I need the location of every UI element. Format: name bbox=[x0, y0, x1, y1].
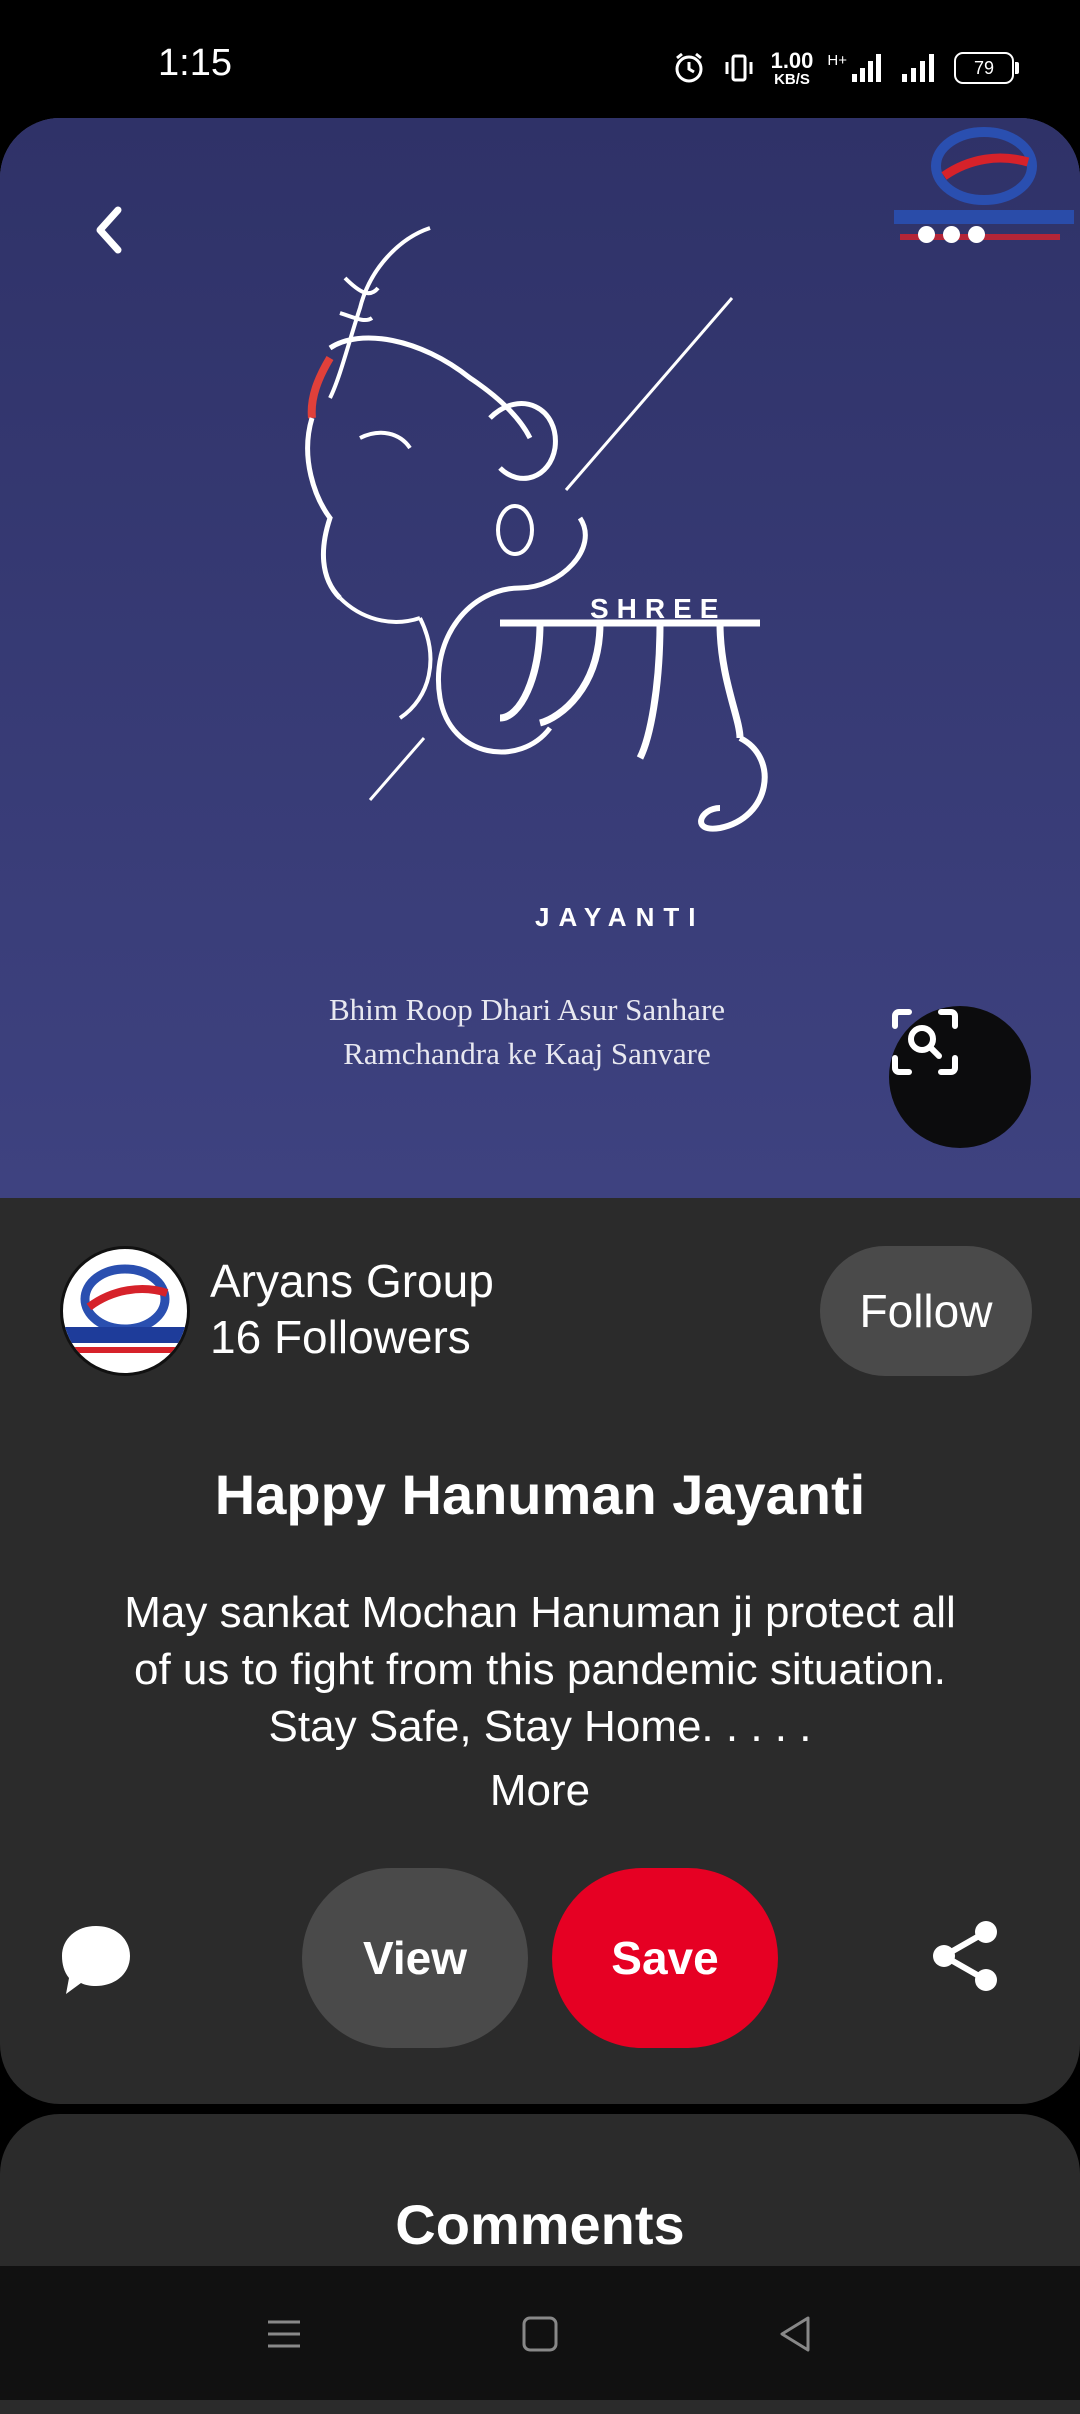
network-speed: 1.00 KB/S bbox=[770, 47, 814, 88]
navigation-bar bbox=[0, 2266, 1080, 2400]
menu-icon[interactable] bbox=[256, 2306, 312, 2362]
follower-count: 16 Followers bbox=[210, 1311, 471, 1363]
signal-strength-icon bbox=[902, 54, 934, 82]
vibrate-icon bbox=[725, 54, 753, 82]
signal-strength-icon bbox=[852, 54, 881, 82]
script-title-bottom: JAYANTI bbox=[535, 902, 704, 932]
share-button[interactable] bbox=[928, 1918, 1004, 1994]
more-options-button[interactable] bbox=[918, 218, 998, 250]
brand-logo bbox=[63, 1264, 187, 1353]
more-dots-icon bbox=[918, 225, 935, 243]
status-icons: 1.00 KB/S H+ 79 bbox=[671, 46, 1019, 90]
pin-card: SHREE JAYANTI Bhim Roop Dhari Asur Sanha… bbox=[0, 118, 1080, 2104]
network-type: H+ bbox=[827, 52, 847, 69]
comments-title: Comments bbox=[395, 2193, 685, 2256]
visual-search-icon bbox=[892, 1009, 958, 1075]
visual-search-button[interactable] bbox=[889, 1006, 1031, 1148]
status-time: 1:15 bbox=[158, 42, 232, 84]
more-dots-icon bbox=[943, 225, 960, 243]
chevron-left-icon bbox=[96, 206, 122, 254]
alarm-icon bbox=[675, 52, 703, 83]
more-link[interactable]: More bbox=[0, 1766, 1080, 1816]
comment-button[interactable] bbox=[54, 1918, 138, 2002]
status-bar: 1:15 1.00 KB/S H+ 79 bbox=[0, 0, 1080, 118]
battery-indicator: 79 bbox=[954, 52, 1019, 84]
triangle-back-icon[interactable] bbox=[768, 2306, 824, 2362]
network-speed-unit: KB/S bbox=[774, 70, 810, 88]
signal-1: H+ bbox=[827, 52, 886, 84]
pin-title: Happy Hanuman Jayanti bbox=[214, 1463, 866, 1526]
follow-button[interactable]: Follow bbox=[820, 1246, 1032, 1376]
view-button[interactable]: View bbox=[302, 1868, 528, 2048]
pin-description: May sankat Mochan Hanuman ji protect all… bbox=[124, 1588, 956, 1751]
more-dots-icon bbox=[968, 225, 985, 243]
share-icon bbox=[933, 1921, 997, 1991]
network-speed-value: 1.00 bbox=[770, 47, 814, 73]
creator-avatar[interactable] bbox=[60, 1246, 190, 1376]
script-title-top: SHREE bbox=[590, 593, 726, 624]
creator-name[interactable]: Aryans Group bbox=[210, 1254, 494, 1308]
save-button[interactable]: Save bbox=[552, 1868, 778, 2048]
speech-bubble-icon bbox=[62, 1926, 130, 1994]
battery-level: 79 bbox=[973, 57, 995, 78]
pin-image[interactable]: SHREE JAYANTI Bhim Roop Dhari Asur Sanha… bbox=[0, 118, 1080, 1198]
back-button[interactable] bbox=[80, 200, 140, 260]
square-home-icon[interactable] bbox=[512, 2306, 568, 2362]
